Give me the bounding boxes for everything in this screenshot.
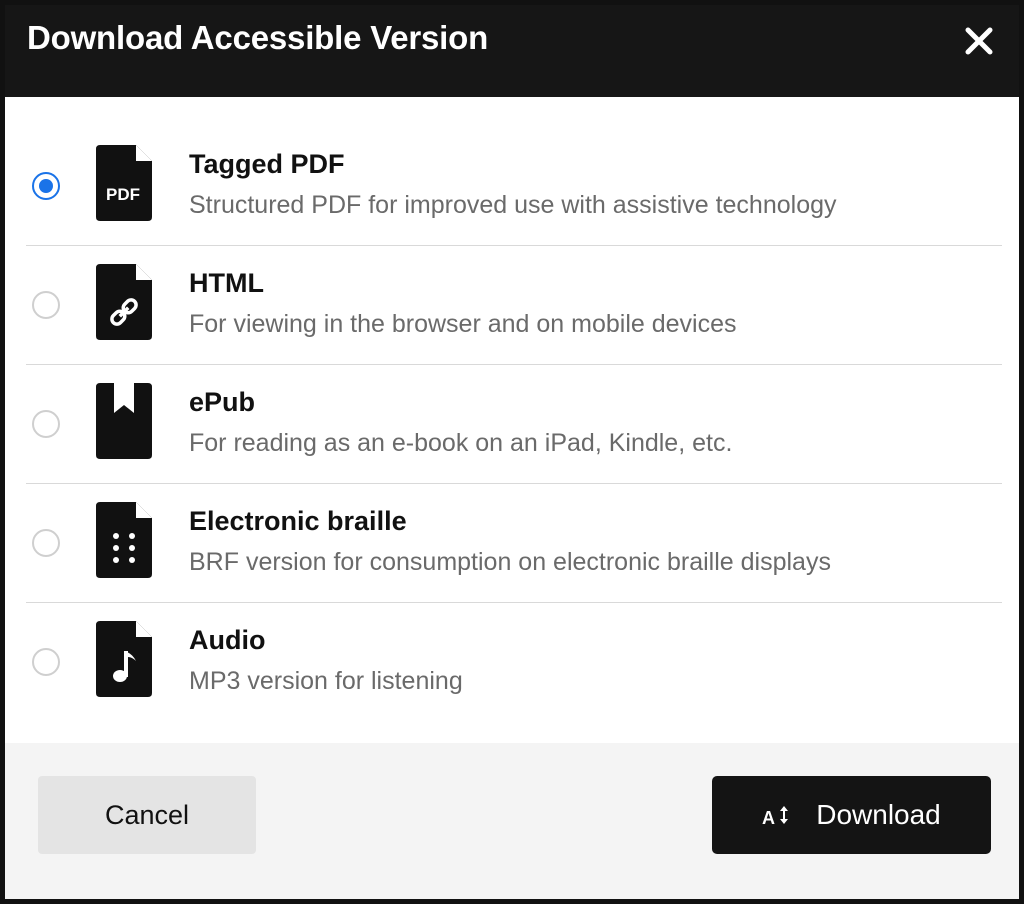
option-title: ePub [189, 387, 256, 417]
option-description: MP3 version for listening [189, 667, 463, 695]
radio-tagged-pdf[interactable] [32, 172, 60, 200]
radio-html[interactable] [32, 291, 60, 319]
download-button[interactable]: A Download [712, 776, 991, 854]
option-tagged-pdf[interactable]: PDF Tagged PDF Structured PDF for improv… [26, 127, 1002, 246]
link-file-icon [96, 264, 152, 340]
download-dialog: Download Accessible Version PDF Tagged P… [0, 0, 1024, 904]
radio-epub[interactable] [32, 410, 60, 438]
text-sort-icon: A [762, 806, 789, 828]
close-button[interactable] [961, 23, 997, 59]
option-description: Structured PDF for improved use with ass… [189, 191, 837, 219]
pdf-icon-label: PDF [106, 185, 140, 204]
radio-electronic-braille[interactable] [32, 529, 60, 557]
close-icon [965, 27, 993, 55]
option-title: HTML [189, 268, 264, 298]
option-title: Audio [189, 625, 266, 655]
dialog-title: Download Accessible Version [27, 19, 489, 56]
music-file-icon [96, 621, 152, 697]
radio-audio[interactable] [32, 648, 60, 676]
pdf-file-icon: PDF [96, 145, 152, 221]
option-description: For reading as an e-book on an iPad, Kin… [189, 429, 733, 457]
option-epub[interactable]: ePub For reading as an e-book on an iPad… [26, 365, 1002, 484]
option-description: For viewing in the browser and on mobile… [189, 310, 737, 338]
option-electronic-braille[interactable]: Electronic braille BRF version for consu… [26, 484, 1002, 603]
bookmark-book-icon [96, 383, 152, 459]
download-label: Download [816, 799, 941, 830]
option-audio[interactable]: Audio MP3 version for listening [26, 603, 1002, 721]
dialog-header: Download Accessible Version [5, 5, 1019, 97]
braille-file-icon [96, 502, 152, 578]
dialog-footer: Cancel A Download [5, 743, 1019, 899]
option-title: Tagged PDF [189, 149, 345, 179]
cancel-button[interactable]: Cancel [38, 776, 256, 854]
option-title: Electronic braille [189, 506, 407, 536]
svg-text:A: A [762, 808, 775, 828]
option-html[interactable]: HTML For viewing in the browser and on m… [26, 246, 1002, 365]
format-options-list: PDF Tagged PDF Structured PDF for improv… [26, 127, 1002, 721]
option-description: BRF version for consumption on electroni… [189, 548, 831, 576]
